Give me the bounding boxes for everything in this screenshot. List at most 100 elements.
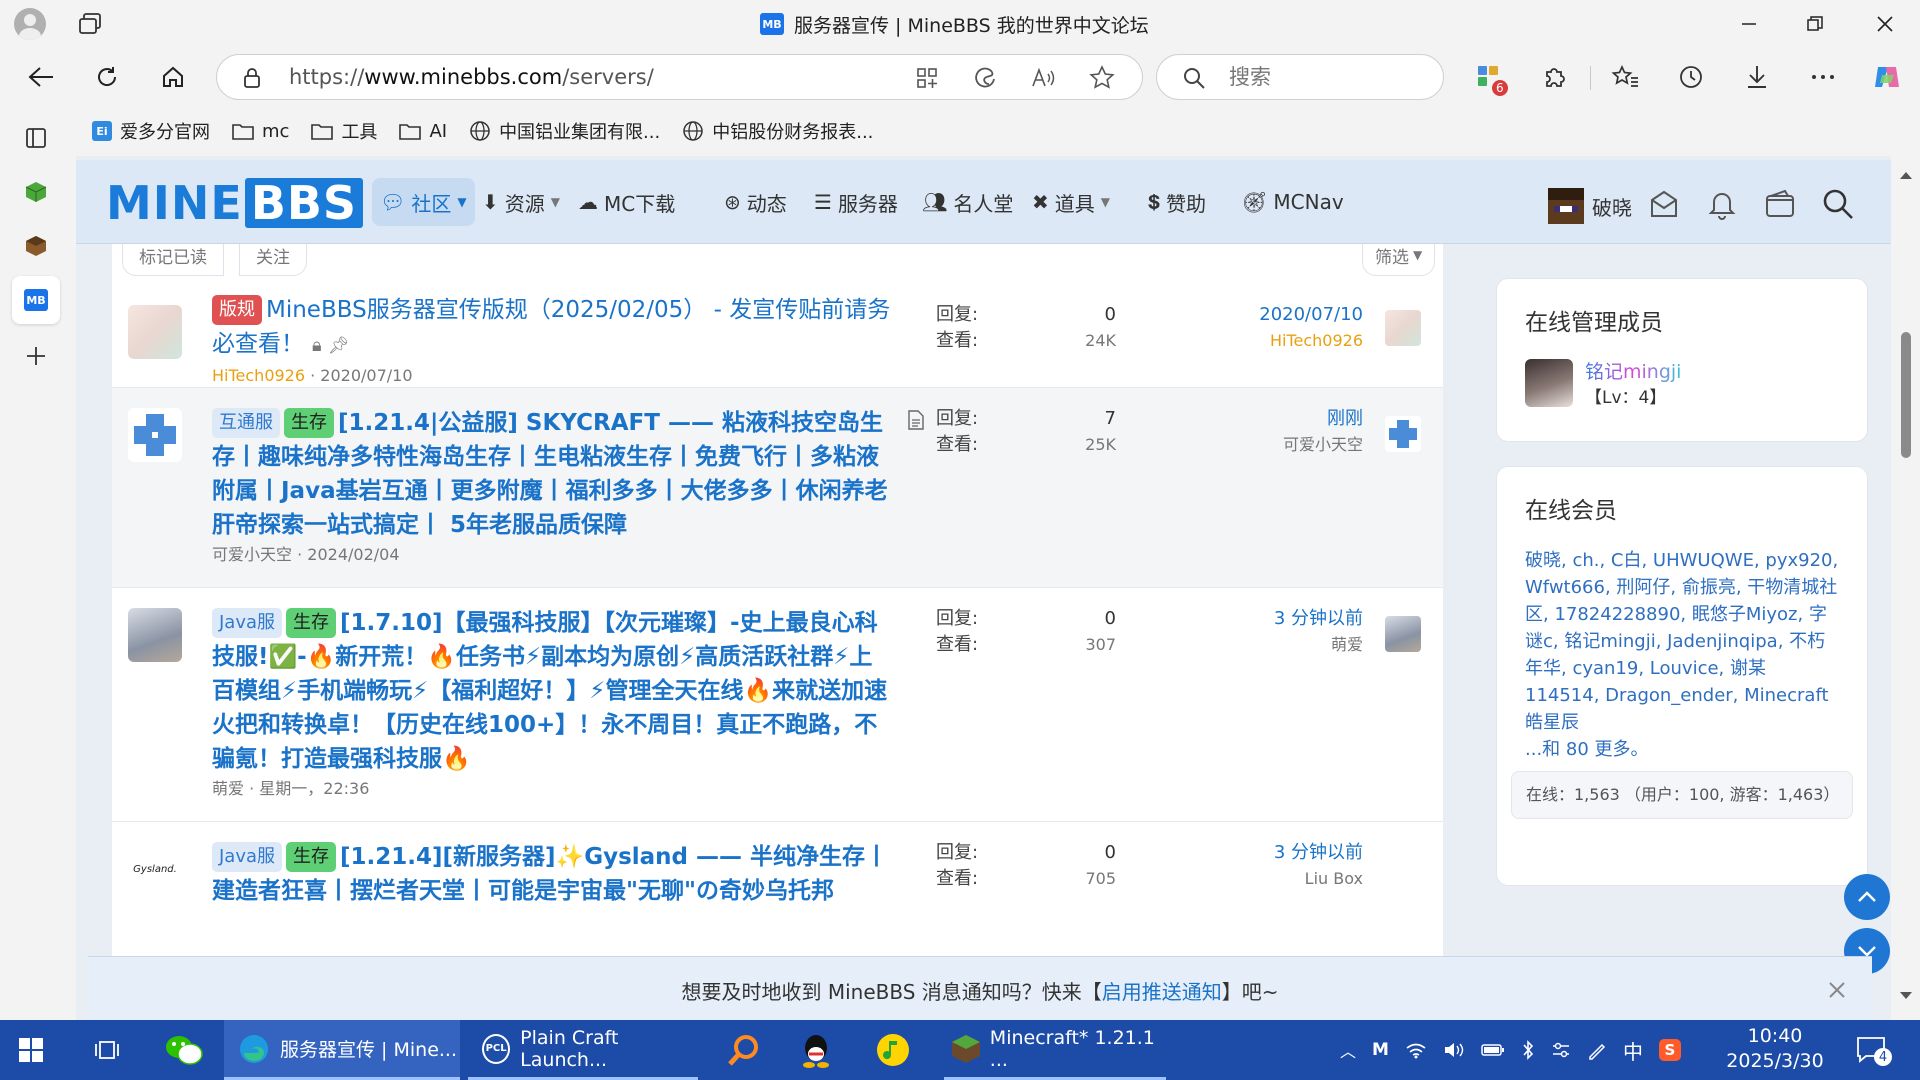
notification-center-icon[interactable]: 4 xyxy=(1856,1034,1892,1066)
tag-rules[interactable]: 版规 xyxy=(212,295,262,325)
last-poster-avatar[interactable] xyxy=(1385,310,1421,346)
thread-row[interactable]: 版规 MineBBS服务器宣传版规（2025/02/05） - 发宣传贴前请务必查… xyxy=(112,288,1443,388)
copilot-icon[interactable] xyxy=(1866,56,1908,98)
author-avatar[interactable] xyxy=(128,305,182,359)
tag-crossplay[interactable]: 互通服 xyxy=(212,408,280,438)
user-menu[interactable]: 破晓 xyxy=(1548,188,1632,224)
last-poster-avatar[interactable] xyxy=(1385,616,1421,652)
filter-button[interactable]: 筛选 ▼ xyxy=(1362,244,1436,276)
taskbar-minecraft[interactable]: Minecraft* 1.21.1 ... xyxy=(944,1020,1166,1080)
more-menu-icon[interactable] xyxy=(1802,56,1844,98)
search-app-icon[interactable] xyxy=(726,1020,760,1080)
site-logo[interactable]: MINE BBS xyxy=(106,176,364,230)
tab-minecraft-block-icon[interactable] xyxy=(12,222,60,270)
history-icon[interactable] xyxy=(1670,56,1712,98)
mark-read-button[interactable]: 标记已读 xyxy=(122,244,224,276)
bell-icon[interactable] xyxy=(1706,188,1738,220)
thread-title[interactable]: Java服 生存 [1.7.10]【最强科技服】【次元璀璨】-史上最良心科技服!✅-… xyxy=(212,606,892,776)
nav-resources[interactable]: ⬇︎ 资源 ▼ xyxy=(474,178,568,226)
follow-button[interactable]: 关注 xyxy=(239,244,307,276)
scroll-thumb[interactable] xyxy=(1901,332,1911,458)
site-search-icon[interactable] xyxy=(1822,188,1854,220)
chevron-up-icon[interactable]: ︿ xyxy=(1340,1038,1356,1062)
thread-title[interactable]: Java服 生存 [1.21.4][新服务器]✨Gysland —— 半纯净生存丨建… xyxy=(212,840,892,908)
tag-java[interactable]: Java服 xyxy=(212,842,283,872)
wallet-icon[interactable] xyxy=(1764,188,1796,220)
input-method-icon[interactable]: M xyxy=(1372,1040,1389,1060)
taskbar-edge-minebbs[interactable]: 服务器宣传 | Mine... xyxy=(224,1020,460,1080)
enable-push-link[interactable]: 启用推送通知 xyxy=(1102,976,1222,1005)
staff-avatar[interactable] xyxy=(1525,359,1573,407)
bookmark-ai[interactable]: AI xyxy=(399,121,447,142)
scroll-top-button[interactable] xyxy=(1844,874,1890,920)
close-icon[interactable] xyxy=(1828,981,1846,999)
tag-survival[interactable]: 生存 xyxy=(286,842,337,872)
sogou-icon[interactable]: S xyxy=(1658,1039,1681,1061)
last-poster-avatar[interactable] xyxy=(1385,850,1421,886)
clock[interactable]: 10:40 2025/3/30 xyxy=(1720,1024,1830,1074)
home-button[interactable] xyxy=(152,56,194,98)
qq-icon[interactable] xyxy=(800,1020,832,1080)
app-available-icon[interactable] xyxy=(915,66,939,90)
thread-row[interactable]: Java服 生存 [1.7.10]【最强科技服】【次元璀璨】-史上最良心科技服!✅-… xyxy=(112,588,1443,822)
music-app-icon[interactable] xyxy=(876,1020,910,1080)
nav-mcnav[interactable]: 🧭︎ MCNav xyxy=(1234,178,1352,226)
bookmark-chalco[interactable]: 中国铝业集团有限... xyxy=(469,118,660,144)
nav-community[interactable]: 💬︎ 社区 ▼ xyxy=(372,178,475,226)
tag-survival[interactable]: 生存 xyxy=(284,408,334,438)
author-avatar[interactable]: Gysland. xyxy=(128,842,182,896)
tab-minebbs-active[interactable]: MB xyxy=(12,276,60,324)
tab-actions-icon[interactable] xyxy=(78,12,104,36)
tag-survival[interactable]: 生存 xyxy=(286,608,337,638)
more-members-link[interactable]: ...和 80 更多。 xyxy=(1525,736,1839,763)
staff-name[interactable]: 铭记mingji xyxy=(1585,359,1681,385)
author-avatar[interactable] xyxy=(128,608,182,662)
nav-activity[interactable]: ⊛ 动态 xyxy=(716,178,795,226)
taskbar-pcl[interactable]: PCL Plain Craft Launch... xyxy=(468,1020,698,1080)
search-box[interactable]: 搜索 xyxy=(1156,54,1444,100)
last-poster-avatar[interactable] xyxy=(1385,416,1421,452)
downloads-icon[interactable] xyxy=(1736,56,1778,98)
restore-button[interactable] xyxy=(1782,0,1848,48)
lock-icon[interactable] xyxy=(243,67,261,89)
scroll-up-arrow[interactable] xyxy=(1900,172,1912,179)
task-view-icon[interactable] xyxy=(94,1020,120,1080)
refresh-button[interactable] xyxy=(86,56,128,98)
thread-title[interactable]: 互通服 生存 [1.21.4|公益服] SKYCRAFT —— 粘液科技空岛生存丨趣… xyxy=(212,406,892,542)
tab-panel-toggle-icon[interactable] xyxy=(12,114,60,162)
bookmark-chalco-finance[interactable]: 中铝股份财务报表... xyxy=(682,118,873,144)
bookmark-tools[interactable]: 工具 xyxy=(311,118,377,144)
inbox-icon[interactable] xyxy=(1648,188,1680,220)
nav-servers[interactable]: ☰ 服务器 xyxy=(806,178,906,226)
extensions-badge-button[interactable]: 6 xyxy=(1468,56,1510,98)
bookmark-aiduofen[interactable]: Ei 爱多分官网 xyxy=(92,118,210,144)
nav-mc-download[interactable]: ☁︎ MC下载 xyxy=(570,178,683,226)
close-button[interactable] xyxy=(1852,0,1918,48)
author-avatar[interactable] xyxy=(128,408,182,462)
ime-indicator[interactable]: 中 xyxy=(1623,1036,1643,1065)
thread-title[interactable]: 版规 MineBBS服务器宣传版规（2025/02/05） - 发宣传贴前请务必查… xyxy=(212,293,892,363)
tag-java[interactable]: Java服 xyxy=(212,608,283,638)
favorite-star-icon[interactable] xyxy=(1089,65,1115,91)
address-bar[interactable]: https://www.minebbs.com/servers/ xyxy=(216,54,1143,100)
scroll-down-arrow[interactable] xyxy=(1900,992,1912,999)
read-aloud-icon[interactable] xyxy=(1031,66,1057,90)
start-button[interactable] xyxy=(18,1020,44,1080)
back-button[interactable] xyxy=(20,56,62,98)
thread-row[interactable]: 互通服 生存 [1.21.4|公益服] SKYCRAFT —— 粘液科技空岛生存丨趣… xyxy=(112,388,1443,588)
page-scrollbar[interactable] xyxy=(1891,156,1920,1020)
nav-items[interactable]: ✖ 道具 ▼ xyxy=(1024,178,1118,226)
profile-avatar[interactable] xyxy=(14,8,46,40)
nav-sponsor[interactable]: 💲︎ 赞助 xyxy=(1140,178,1214,226)
url-text[interactable]: https://www.minebbs.com/servers/ xyxy=(289,55,654,99)
extensions-icon[interactable] xyxy=(1534,56,1576,98)
nav-hall-of-fame[interactable]: 👥︎ 名人堂 xyxy=(914,178,1021,226)
online-members-list[interactable]: 破晓, ch., C白, UHWUQWE, pyx920, Wfwt666, 刑… xyxy=(1525,547,1839,736)
new-tab-icon[interactable] xyxy=(12,332,60,380)
minimize-button[interactable] xyxy=(1716,0,1782,48)
edge-icon[interactable] xyxy=(973,66,997,90)
wechat-icon[interactable] xyxy=(164,1020,204,1080)
favorites-icon[interactable] xyxy=(1604,56,1646,98)
tab-minecraft-green-icon[interactable] xyxy=(12,168,60,216)
bookmark-mc[interactable]: mc xyxy=(232,121,289,142)
